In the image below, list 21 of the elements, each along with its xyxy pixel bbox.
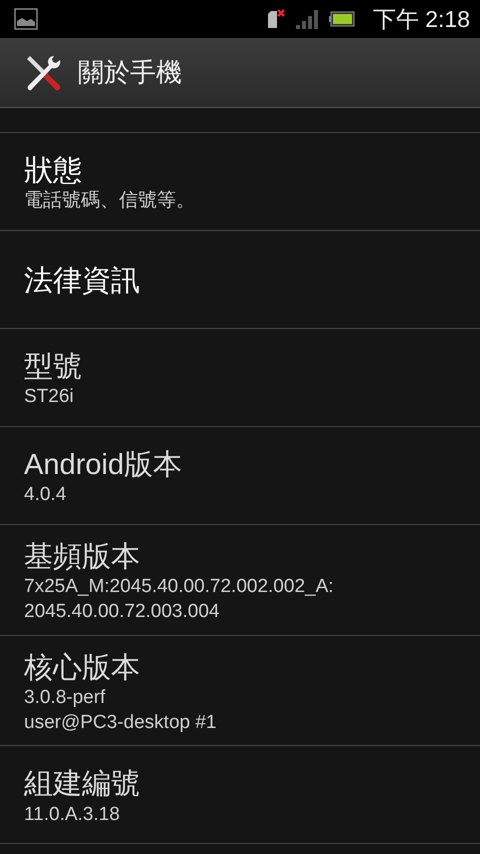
setting-title: Android版本 xyxy=(24,448,183,484)
setting-value: 11.0.A.3.18 xyxy=(24,802,121,827)
setting-value: 4.0.4 xyxy=(24,483,68,508)
setting-value: 2045.40.00.72.003.004 xyxy=(24,600,220,624)
setting-value: 3.0.8-perf xyxy=(24,686,106,710)
setting-title: 組建編號 xyxy=(24,767,141,802)
screen-title: 關於手機 xyxy=(78,57,182,90)
clock-time: 下午 2:18 xyxy=(372,4,470,34)
setting-value: 7x25A_M:2045.40.00.72.002.002_A: xyxy=(24,575,335,600)
battery-icon xyxy=(328,11,355,27)
no-sim-icon xyxy=(266,8,285,30)
setting-title: 型號 xyxy=(24,350,83,386)
setting-title[interactable]: 狀態 xyxy=(24,153,456,190)
setting-title: 基頻版本 xyxy=(24,540,141,575)
setting-title[interactable]: 法律資訊 xyxy=(24,263,456,300)
setting-value: 電話號碼、信號等。 xyxy=(24,189,196,214)
setting-value: user@PC3-desktop #1 xyxy=(24,710,218,735)
image-icon xyxy=(14,8,38,30)
setting-title: 核心版本 xyxy=(24,650,141,686)
setting-value: ST26i xyxy=(24,385,75,410)
signal-icon xyxy=(294,8,319,30)
